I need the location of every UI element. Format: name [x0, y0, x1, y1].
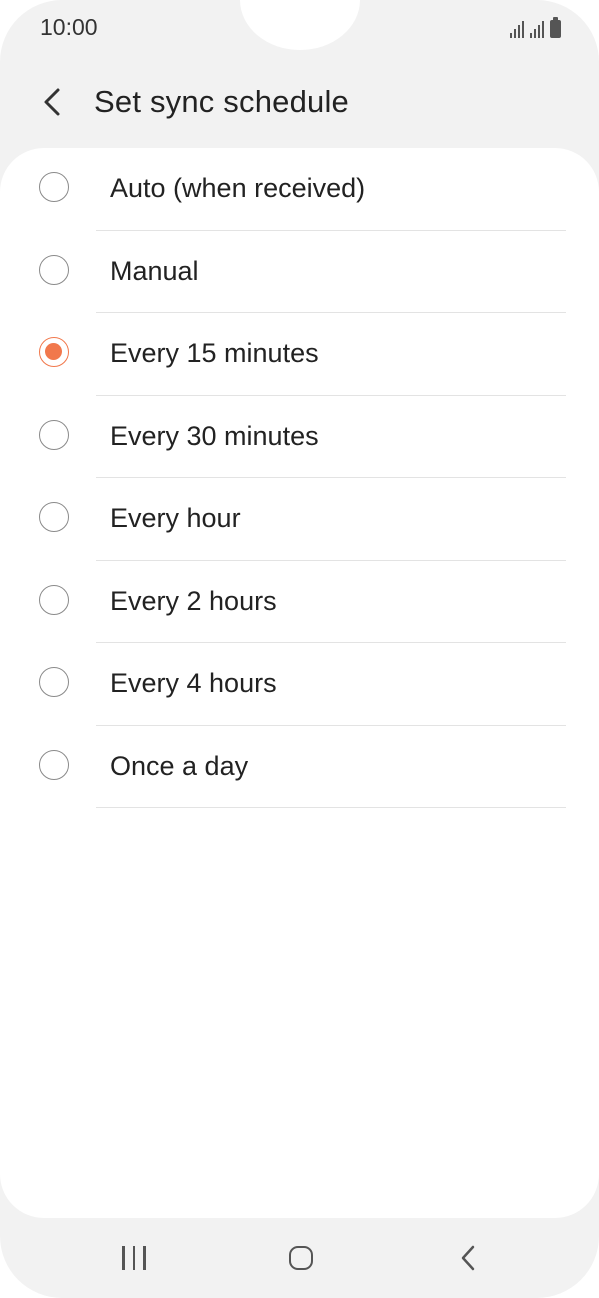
back-button[interactable] [26, 76, 78, 128]
option-label: Auto (when received) [110, 173, 366, 203]
option-label: Manual [110, 255, 199, 286]
status-icons [510, 16, 561, 38]
radio-button[interactable] [39, 337, 69, 367]
radio-button[interactable] [39, 419, 69, 450]
option-label: Every 2 hours [110, 585, 277, 616]
divider [96, 807, 566, 808]
sync-schedule-options: Auto (when received) Manual Every 15 min… [0, 148, 599, 808]
radio-button[interactable] [39, 667, 69, 697]
radio-button[interactable] [39, 584, 69, 615]
recents-icon [122, 1246, 146, 1270]
page-title: Set sync schedule [94, 84, 349, 119]
radio-button[interactable] [39, 172, 69, 202]
signal-icon [510, 20, 524, 38]
option-every-30-minutes[interactable]: Every 30 minutes [0, 396, 599, 478]
options-card: Auto (when received) Manual Every 15 min… [0, 148, 599, 1218]
status-bar: 10:00 [0, 0, 599, 56]
option-auto[interactable]: Auto (when received) [0, 148, 599, 231]
option-every-hour[interactable]: Every hour [0, 478, 599, 561]
option-every-15-minutes[interactable]: Every 15 minutes [0, 313, 599, 396]
option-every-4-hours[interactable]: Every 4 hours [0, 643, 599, 726]
camera-notch [240, 0, 360, 50]
radio-button[interactable] [39, 502, 69, 532]
navigation-bar [0, 1218, 599, 1298]
chevron-left-icon [44, 88, 60, 116]
home-button[interactable] [271, 1236, 331, 1280]
option-every-2-hours[interactable]: Every 2 hours [0, 561, 599, 643]
radio-button[interactable] [39, 254, 69, 285]
app-header: Set sync schedule [0, 56, 599, 148]
battery-icon [550, 17, 561, 38]
back-icon [461, 1245, 475, 1271]
option-label: Once a day [110, 750, 249, 781]
phone-screen: 10:00 Set sync schedule Auto (when recei… [0, 0, 599, 1298]
signal-icon [530, 20, 544, 38]
option-once-a-day[interactable]: Once a day [0, 726, 599, 808]
home-icon [289, 1246, 313, 1270]
option-label: Every hour [110, 503, 241, 533]
option-label: Every 4 hours [110, 668, 277, 698]
radio-button[interactable] [39, 749, 69, 780]
recents-button[interactable] [104, 1236, 164, 1280]
option-manual[interactable]: Manual [0, 231, 599, 313]
nav-back-button[interactable] [438, 1236, 498, 1280]
status-time: 10:00 [40, 14, 98, 40]
option-label: Every 15 minutes [110, 338, 319, 368]
option-label: Every 30 minutes [110, 420, 319, 451]
